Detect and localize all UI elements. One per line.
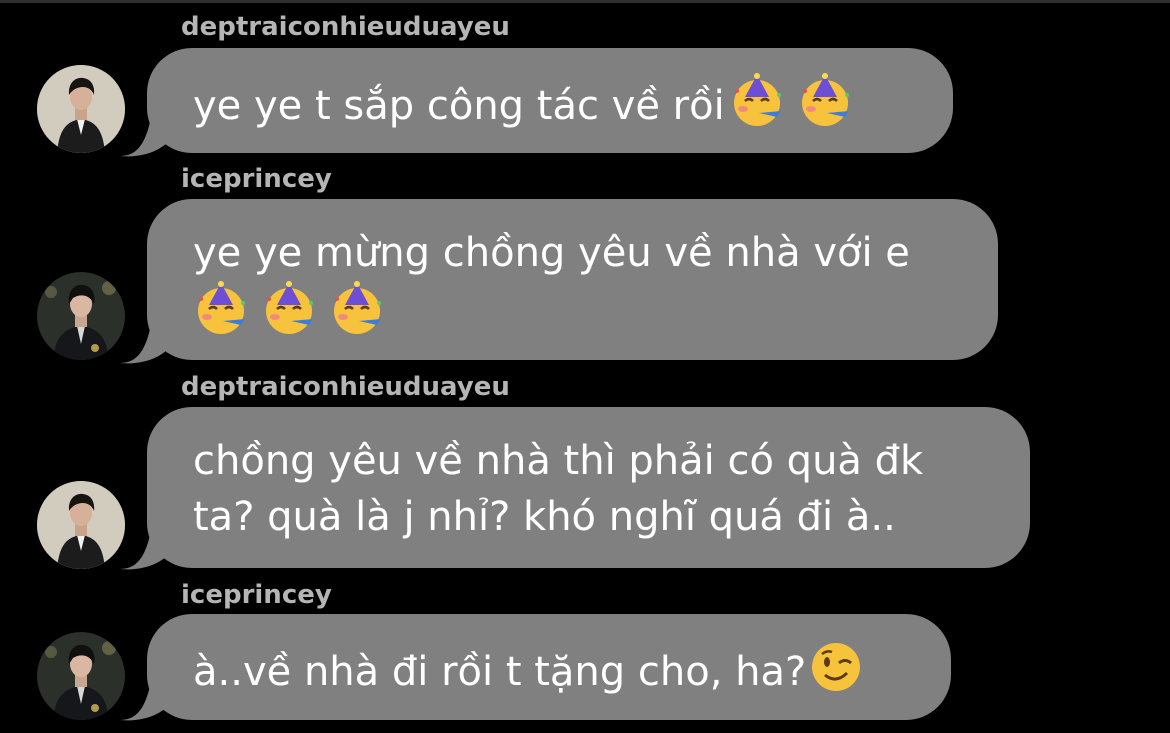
message-bubble[interactable]: ye ye t sắp công tác về rồi <box>147 48 953 153</box>
avatar-photo-icon <box>37 481 125 569</box>
message-line: ta? quà là j nhỉ? khó nghĩ quá đi à.. <box>193 494 896 540</box>
message-bubble[interactable]: ye ye mừng chồng yêu về nhà với e <box>147 199 998 360</box>
partying-face-icon <box>193 281 249 337</box>
winking-face-icon <box>808 639 864 695</box>
avatar-photo-icon <box>37 272 125 360</box>
avatar-deptraiconhieuduayeu[interactable] <box>37 481 125 569</box>
sender-name: iceprincey <box>181 580 332 610</box>
avatar-iceprincey[interactable] <box>37 632 125 720</box>
message-text: à..về nhà đi rồi t tặng cho, ha? <box>193 649 807 695</box>
message-text: ye ye t sắp công tác về rồi <box>193 83 725 129</box>
sender-name: deptraiconhieuduayeu <box>181 372 510 402</box>
message-text: ye ye mừng chồng yêu về nhà với e <box>193 230 910 276</box>
avatar-photo-icon <box>37 632 125 720</box>
sender-name: deptraiconhieuduayeu <box>181 12 510 42</box>
partying-face-icon <box>329 281 385 337</box>
avatar-deptraiconhieuduayeu[interactable] <box>37 65 125 153</box>
message-line: à..về nhà đi rồi t tặng cho, ha? <box>193 639 905 695</box>
avatar-iceprincey[interactable] <box>37 272 125 360</box>
message-bubble[interactable]: chồng yêu về nhà thì phải có quà đk ta? … <box>147 407 1030 568</box>
message-line <box>193 281 952 337</box>
message-bubble[interactable]: à..về nhà đi rồi t tặng cho, ha? <box>147 614 951 720</box>
partying-face-icon <box>729 73 785 129</box>
avatar-photo-icon <box>37 65 125 153</box>
message-line: ye ye mừng chồng yêu về nhà với e <box>193 225 952 281</box>
top-divider <box>0 0 1170 3</box>
message-line: chồng yêu về nhà thì phải có quà đk <box>193 438 924 484</box>
message-line: ye ye t sắp công tác về rồi <box>193 73 907 129</box>
sender-name: iceprincey <box>181 164 332 194</box>
partying-face-icon <box>261 281 317 337</box>
partying-face-icon <box>797 73 853 129</box>
